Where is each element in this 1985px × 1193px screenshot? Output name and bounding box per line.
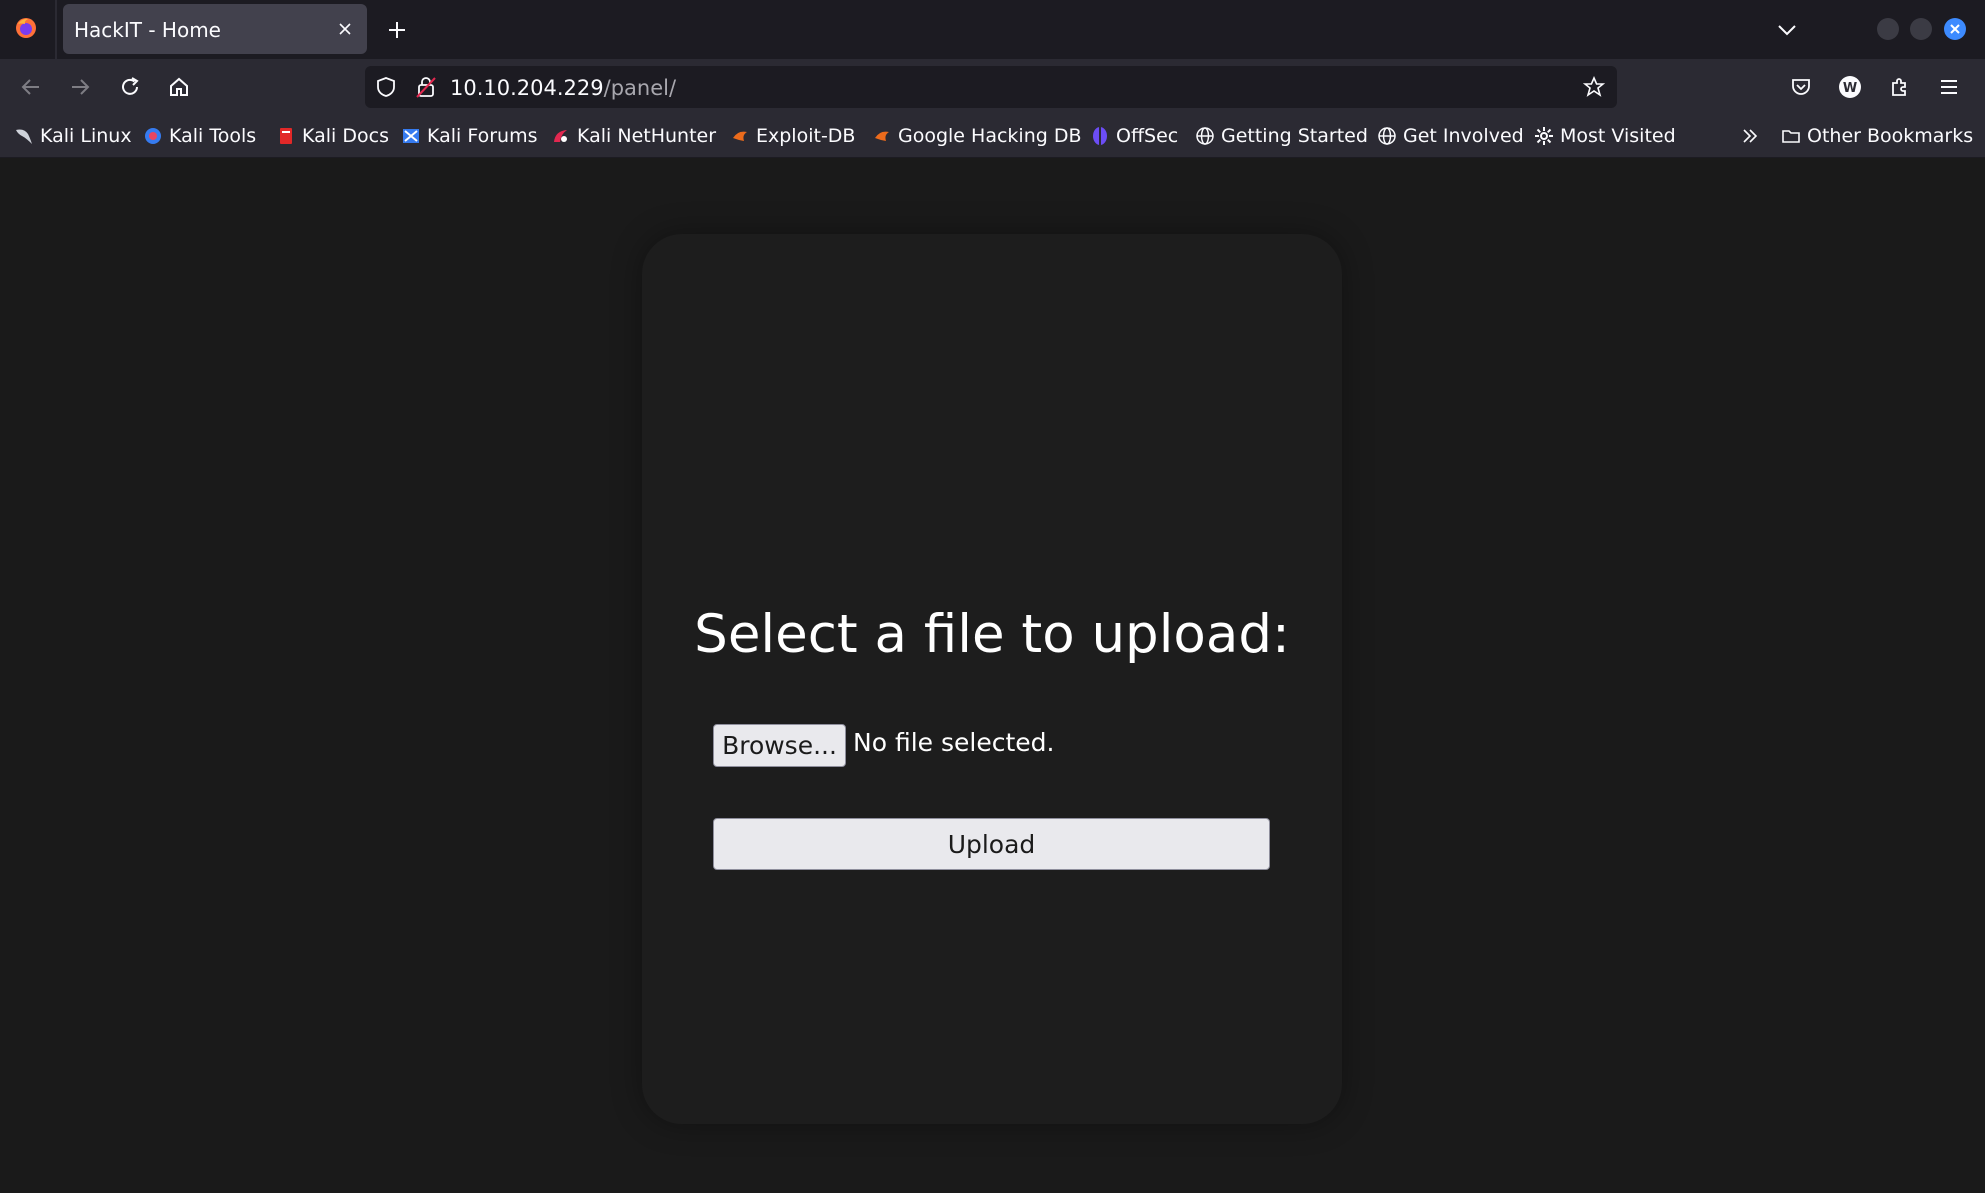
bookmark-kali-nethunter[interactable]: Kali NetHunter bbox=[551, 124, 716, 148]
upload-card: Select a file to upload: Browse... No fi… bbox=[642, 234, 1342, 1124]
bookmark-label: Kali NetHunter bbox=[577, 125, 717, 147]
bookmark-label: Exploit-DB bbox=[756, 125, 856, 147]
reload-button[interactable] bbox=[116, 73, 144, 101]
bookmark-get-involved[interactable]: Get Involved bbox=[1377, 124, 1524, 148]
kali-tools-icon bbox=[143, 126, 163, 146]
minimize-button[interactable] bbox=[1877, 18, 1899, 40]
arrow-right-icon bbox=[72, 79, 90, 95]
chevron-down-icon bbox=[1778, 25, 1796, 36]
bookmarks-toolbar: Kali Linux Kali Tools Kali Docs Kali For… bbox=[0, 114, 1985, 158]
tab-separator bbox=[55, 0, 57, 59]
back-button[interactable] bbox=[17, 73, 45, 101]
double-chevron-right-icon bbox=[1740, 126, 1760, 146]
bookmark-label: Kali Docs bbox=[302, 125, 389, 147]
url-bar[interactable]: 10.10.204.229/panel/ bbox=[365, 66, 1617, 108]
tab-strip: HackIT - Home bbox=[0, 0, 1985, 59]
kali-docs-icon bbox=[276, 126, 296, 146]
globe-icon bbox=[1377, 126, 1397, 146]
close-icon bbox=[1950, 24, 1960, 34]
bookmark-exploit-db[interactable]: Exploit-DB bbox=[730, 124, 855, 148]
bookmark-label: Getting Started bbox=[1221, 125, 1368, 147]
folder-icon bbox=[1781, 126, 1801, 146]
browse-file-button[interactable]: Browse... bbox=[713, 724, 846, 767]
reload-icon bbox=[122, 77, 139, 95]
plus-icon bbox=[389, 22, 405, 38]
bookmark-kali-tools[interactable]: Kali Tools bbox=[143, 124, 256, 148]
arrow-left-icon bbox=[21, 79, 39, 95]
bookmark-label: Get Involved bbox=[1403, 125, 1524, 147]
bookmark-label: OffSec bbox=[1116, 125, 1179, 147]
puzzle-icon bbox=[1892, 78, 1906, 96]
url-text[interactable]: 10.10.204.229/panel/ bbox=[450, 76, 676, 100]
nethunter-icon bbox=[551, 126, 571, 146]
svg-text:W: W bbox=[1843, 81, 1857, 96]
hamburger-menu-icon bbox=[1941, 80, 1957, 94]
url-host: 10.10.204.229 bbox=[450, 76, 604, 100]
home-button[interactable] bbox=[165, 73, 193, 101]
w-account-icon: W bbox=[1839, 76, 1861, 98]
file-status-text: No file selected. bbox=[853, 728, 1055, 757]
window-close-button[interactable] bbox=[1944, 18, 1966, 40]
bookmark-kali-forums[interactable]: Kali Forums bbox=[401, 124, 538, 148]
page-heading: Select a file to upload: bbox=[694, 604, 1290, 665]
bookmark-google-hacking-db[interactable]: Google Hacking DB bbox=[872, 124, 1082, 148]
other-bookmarks-label: Other Bookmarks bbox=[1807, 125, 1974, 147]
firefox-menu-icon[interactable] bbox=[14, 16, 38, 40]
tab-close-icon[interactable] bbox=[333, 17, 357, 41]
exploit-db-icon bbox=[730, 126, 750, 146]
bookmark-offsec[interactable]: OffSec bbox=[1090, 124, 1178, 148]
app-menu-button[interactable] bbox=[1935, 73, 1963, 101]
bookmark-kali-docs[interactable]: Kali Docs bbox=[276, 124, 389, 148]
gear-icon bbox=[1534, 126, 1554, 146]
bookmark-getting-started[interactable]: Getting Started bbox=[1195, 124, 1368, 148]
maximize-button[interactable] bbox=[1910, 18, 1932, 40]
list-all-tabs-button[interactable] bbox=[1774, 17, 1800, 43]
pocket-button[interactable] bbox=[1787, 73, 1815, 101]
bookmarks-overflow-button[interactable] bbox=[1740, 124, 1766, 148]
pocket-icon bbox=[1792, 79, 1810, 95]
upload-button[interactable]: Upload bbox=[713, 818, 1270, 870]
page-content: Select a file to upload: Browse... No fi… bbox=[0, 158, 1985, 1193]
bookmark-label: Google Hacking DB bbox=[898, 125, 1082, 147]
new-tab-button[interactable] bbox=[384, 17, 410, 43]
navigation-toolbar: 10.10.204.229/panel/ W bbox=[0, 59, 1985, 114]
bookmark-label: Kali Linux bbox=[40, 125, 132, 147]
extensions-button[interactable] bbox=[1886, 73, 1914, 101]
bookmark-label: Kali Tools bbox=[169, 125, 257, 147]
tab-active[interactable]: HackIT - Home bbox=[63, 4, 367, 54]
url-path: /panel/ bbox=[603, 76, 677, 100]
ghdb-icon bbox=[872, 126, 892, 146]
other-bookmarks-folder[interactable]: Other Bookmarks bbox=[1781, 124, 1973, 148]
home-icon bbox=[170, 77, 188, 96]
bookmark-label: Kali Forums bbox=[427, 125, 538, 147]
bookmark-label: Most Visited bbox=[1560, 125, 1676, 147]
bookmark-kali-linux[interactable]: Kali Linux bbox=[14, 124, 132, 148]
insecure-lock-icon[interactable] bbox=[415, 75, 437, 99]
bookmark-most-visited[interactable]: Most Visited bbox=[1534, 124, 1676, 148]
shield-icon[interactable] bbox=[375, 76, 397, 98]
kali-forums-icon bbox=[401, 126, 421, 146]
tab-title: HackIT - Home bbox=[74, 18, 221, 42]
kali-dragon-icon bbox=[14, 126, 34, 146]
forward-button[interactable] bbox=[66, 73, 94, 101]
star-bookmark-icon[interactable] bbox=[1583, 76, 1605, 98]
offsec-icon bbox=[1090, 126, 1110, 146]
account-button[interactable]: W bbox=[1836, 73, 1864, 101]
globe-icon bbox=[1195, 126, 1215, 146]
